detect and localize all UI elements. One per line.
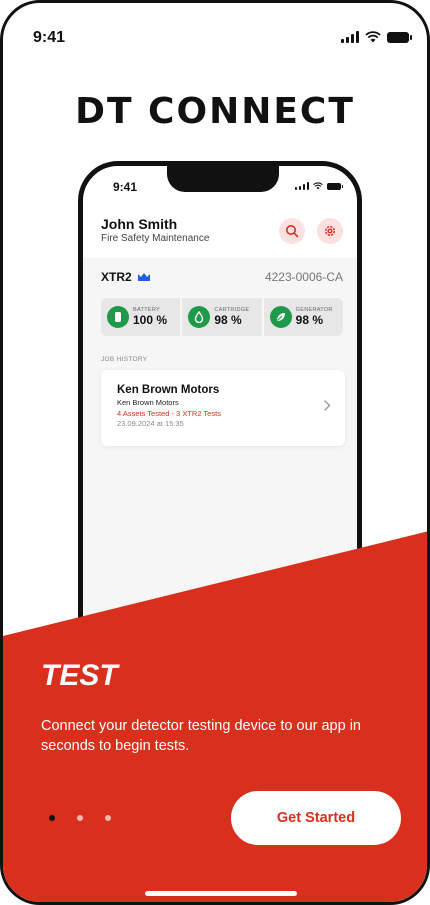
slide-description: Connect your detector testing device to …	[41, 718, 361, 754]
page-dot[interactable]	[105, 815, 111, 821]
get-started-button[interactable]: Get Started	[231, 791, 401, 845]
onboarding-screen: 9:41 DT CONNECT 9:41 John Smith Fire Saf…	[0, 0, 430, 905]
home-indicator[interactable]	[145, 891, 297, 896]
slide-title: TEST	[41, 659, 118, 692]
page-dot[interactable]	[77, 815, 83, 821]
red-background-panel	[3, 531, 427, 902]
page-indicator	[49, 815, 111, 821]
page-dot-active[interactable]	[49, 815, 55, 821]
